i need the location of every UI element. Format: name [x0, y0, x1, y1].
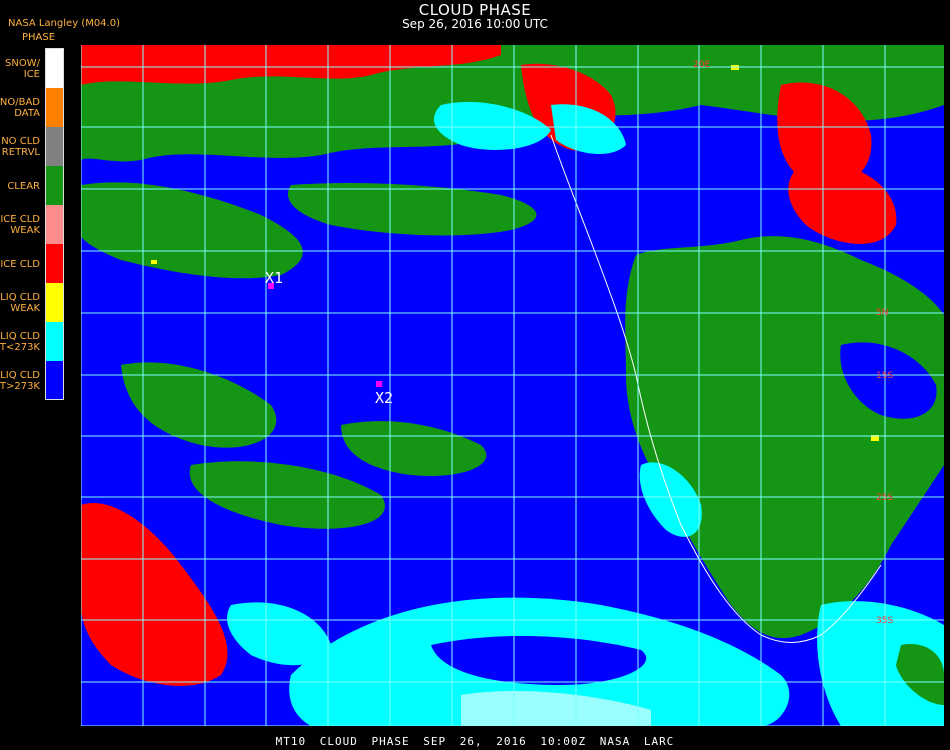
footer-caption: MT10 CLOUD PHASE SEP 26, 2016 10:00Z NAS… — [275, 735, 675, 748]
grid-label-20e: 20E — [693, 60, 710, 70]
legend-swatch-liq-cld-weak — [46, 283, 63, 322]
legend-swatch-no-cld-retrvl — [46, 127, 63, 166]
marker-x2-point[interactable] — [376, 381, 382, 387]
legend-swatch-ice-cld — [46, 244, 63, 283]
legend-label-no-cld-retrvl: NO CLD RETRVL — [1, 136, 40, 158]
legend-swatch-liq-cld-cold — [46, 322, 63, 361]
producer-label: NASA Langley (M04.0) — [8, 18, 120, 29]
weak-liquid-speck-3 — [151, 260, 157, 264]
map-timestamp: Sep 26, 2016 10:00 UTC — [402, 17, 548, 31]
legend-label-snow-ice: SNOW/ ICE — [5, 58, 40, 80]
grid-label-15s: 15S — [876, 371, 893, 381]
grid-label-35s: 35S — [876, 616, 893, 626]
legend-label-no-bad-data: NO/BAD DATA — [0, 97, 40, 119]
legend-label-liq-cld-cold: LIQ CLD T<273K — [0, 331, 40, 353]
legend-swatch-liq-cld-warm — [46, 361, 63, 399]
cloud-phase-map[interactable]: 20E 5N 15S 25S 35S X1 X2 — [81, 45, 944, 726]
legend-label-liq-cld-warm: LIQ CLD T>273K — [0, 370, 40, 392]
legend-label-ice-cld-weak: ICE CLD WEAK — [0, 214, 40, 236]
legend-heading: PHASE — [22, 32, 56, 43]
grid-label-5n: 5N — [876, 308, 888, 318]
marker-x1-label: X1 — [265, 269, 283, 287]
legend-label-liq-cld-weak: LIQ CLD WEAK — [0, 292, 40, 314]
legend-label-ice-cld: ICE CLD — [0, 259, 40, 270]
legend-label-clear: CLEAR — [7, 181, 40, 192]
legend-color-bar — [45, 48, 64, 400]
legend-swatch-no-bad-data — [46, 88, 63, 127]
marker-x2-label: X2 — [375, 389, 393, 407]
legend-swatch-ice-cld-weak — [46, 205, 63, 244]
legend-swatch-clear — [46, 166, 63, 205]
map-canvas: 20E 5N 15S 25S 35S X1 X2 — [81, 45, 944, 726]
grid-label-25s: 25S — [876, 493, 893, 503]
legend-swatch-snow-ice — [46, 49, 63, 88]
